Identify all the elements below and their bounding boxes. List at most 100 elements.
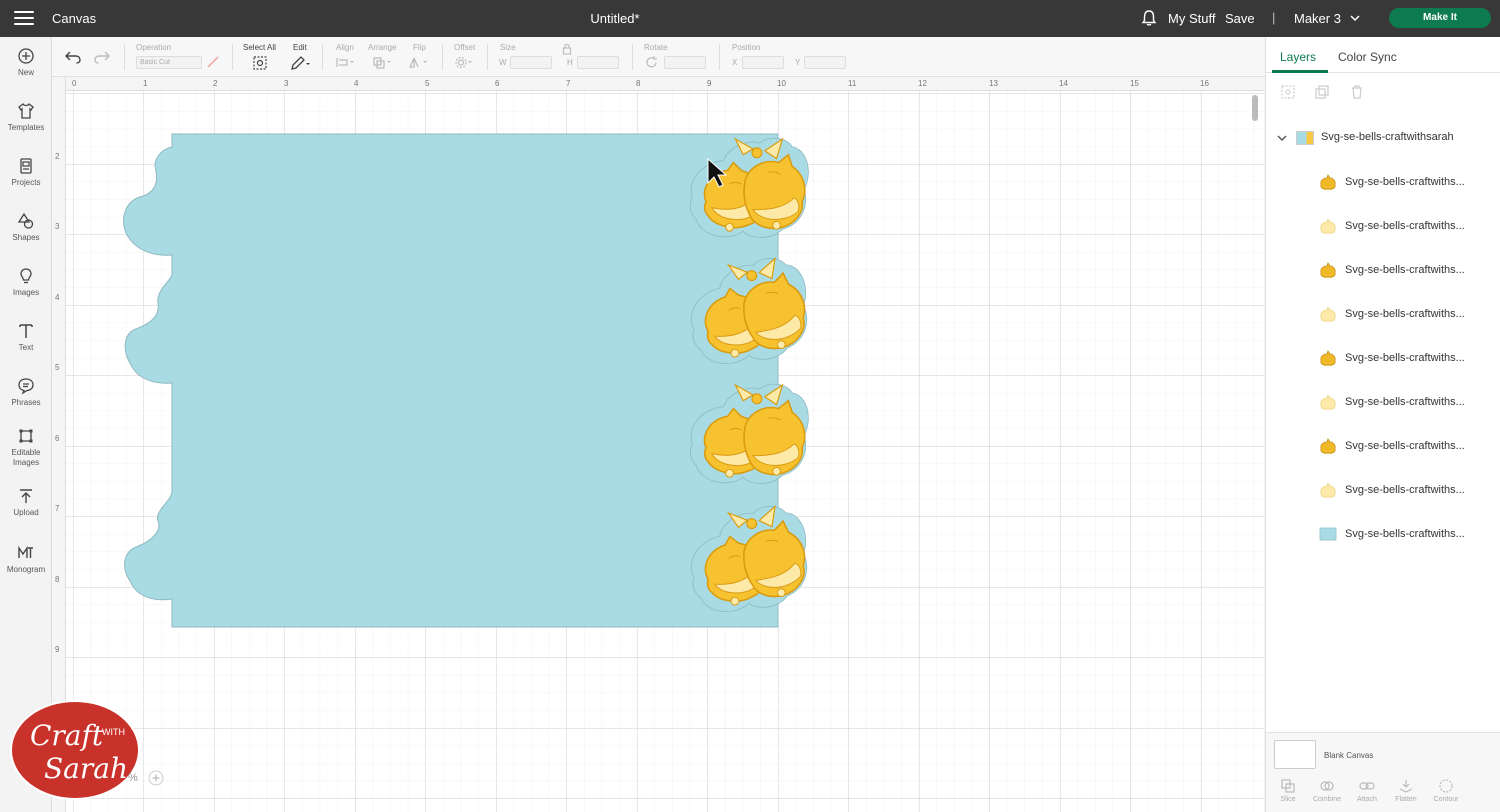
- layer-row[interactable]: Svg-se-bells-craftwiths...: [1318, 436, 1498, 456]
- machine-selector[interactable]: Maker 3: [1294, 11, 1341, 26]
- my-stuff-link[interactable]: My Stuff: [1168, 11, 1215, 26]
- align-icon[interactable]: [335, 56, 357, 69]
- zoom-in-icon[interactable]: [148, 770, 164, 786]
- group-icon[interactable]: [1280, 84, 1296, 100]
- ruler-tick-label: 13: [989, 79, 998, 88]
- scrollbar-thumb[interactable]: [1252, 95, 1258, 121]
- operation-select[interactable]: Basic Cut: [136, 56, 202, 69]
- slice-label: Slice: [1280, 796, 1296, 803]
- ruler-tick-label: 15: [1130, 79, 1139, 88]
- sidebar-label: Projects: [11, 178, 41, 187]
- offset-icon[interactable]: [453, 55, 475, 70]
- layer-name: Svg-se-bells-craftwiths...: [1345, 308, 1465, 320]
- blank-canvas-label: Blank Canvas: [1324, 751, 1374, 760]
- rotate-label: Rotate: [644, 43, 668, 52]
- layer-name: Svg-se-bells-craftwiths...: [1345, 264, 1465, 276]
- arrange-icon[interactable]: [372, 56, 394, 69]
- sidebar-item-shapes[interactable]: Shapes: [0, 212, 52, 243]
- zoom-level: %: [128, 772, 138, 784]
- lock-icon[interactable]: [562, 43, 572, 55]
- layer-row[interactable]: Svg-se-bells-craftwiths...: [1318, 172, 1498, 192]
- ruler-tick-label: 6: [55, 434, 60, 443]
- tab-layers[interactable]: Layers: [1280, 50, 1316, 64]
- width-input[interactable]: [510, 56, 552, 69]
- ruler-tick-label: 14: [1059, 79, 1068, 88]
- rotate-icon[interactable]: [644, 55, 659, 70]
- ruler-tick-label: 16: [1200, 79, 1209, 88]
- combine-button[interactable]: Combine: [1307, 778, 1347, 803]
- flip-icon[interactable]: [408, 56, 430, 69]
- sidebar-item-upload[interactable]: Upload: [0, 487, 52, 518]
- edit-toolbar: Operation Basic Cut Select All Edit Alig…: [52, 37, 1265, 77]
- group-thumbnail: [1296, 131, 1314, 145]
- delete-icon[interactable]: [1349, 84, 1365, 100]
- rotate-input[interactable]: [664, 56, 706, 69]
- select-all-icon[interactable]: [252, 55, 268, 71]
- operation-label: Operation: [136, 43, 172, 52]
- sidebar-item-text[interactable]: Text: [0, 322, 52, 353]
- toolbar-divider: [632, 44, 633, 70]
- flatten-button[interactable]: Flatten: [1386, 778, 1426, 803]
- save-button[interactable]: Save: [1225, 11, 1255, 26]
- bell-thumbnail-icon: [1320, 174, 1336, 190]
- attach-button[interactable]: Attach: [1347, 778, 1387, 803]
- logo-text-sarah: Sarah: [44, 752, 128, 785]
- layer-row[interactable]: Svg-se-bells-craftwiths...: [1318, 524, 1498, 544]
- layer-row[interactable]: Svg-se-bells-craftwiths...: [1318, 216, 1498, 236]
- layer-name: Svg-se-bells-craftwiths...: [1345, 528, 1465, 540]
- sidebar-label: Upload: [13, 508, 39, 517]
- sidebar-item-editable-images[interactable]: Editable Images: [0, 427, 52, 468]
- make-it-button[interactable]: Make It: [1389, 8, 1491, 28]
- chevron-down-icon[interactable]: [1276, 132, 1288, 144]
- edit-pencil-icon[interactable]: [290, 55, 312, 71]
- width-label: W: [499, 58, 507, 67]
- ruler-tick-label: 4: [55, 293, 60, 302]
- layer-row[interactable]: Svg-se-bells-craftwiths...: [1318, 392, 1498, 412]
- height-label: H: [567, 58, 573, 67]
- contour-button[interactable]: Contour: [1426, 778, 1466, 803]
- ruler-tick-label: 2: [213, 79, 218, 88]
- tab-color-sync[interactable]: Color Sync: [1338, 50, 1397, 64]
- attach-icon: [1359, 782, 1375, 790]
- sidebar-label: Shapes: [12, 233, 40, 242]
- layer-row[interactable]: Svg-se-bells-craftwiths...: [1318, 348, 1498, 368]
- layer-row[interactable]: Svg-se-bells-craftwiths...: [1318, 260, 1498, 280]
- sidebar-label: Phrases: [11, 398, 41, 407]
- layer-group[interactable]: Svg-se-bells-craftwithsarah: [1276, 129, 1491, 147]
- sidebar-item-images[interactable]: Images: [0, 267, 52, 298]
- sidebar-label: New: [17, 68, 34, 77]
- notification-bell-icon[interactable]: [1140, 9, 1158, 27]
- height-input[interactable]: [577, 56, 619, 69]
- design-canvas[interactable]: 0 1 2 3 4 5 6 7 8 9 10 11 12 13 14 15 16…: [52, 77, 1264, 812]
- blue-card-shape[interactable]: [123, 133, 779, 628]
- position-x-input[interactable]: [742, 56, 784, 69]
- sidebar-item-projects[interactable]: Projects: [0, 157, 52, 188]
- bell-thumbnail-icon: [1320, 350, 1336, 366]
- redo-icon[interactable]: [94, 50, 110, 64]
- chevron-down-icon[interactable]: [1349, 12, 1361, 24]
- pen-color-icon[interactable]: [206, 55, 220, 69]
- layer-row[interactable]: Svg-se-bells-craftwiths...: [1318, 480, 1498, 500]
- sidebar-item-new[interactable]: New: [0, 47, 52, 78]
- slice-button[interactable]: Slice: [1268, 778, 1308, 803]
- combine-icon: [1320, 781, 1334, 791]
- layer-name: Svg-se-bells-craftwiths...: [1345, 440, 1465, 452]
- size-label: Size: [500, 43, 516, 52]
- ruler-tick-label: 2: [55, 152, 60, 161]
- panel-tabs: Layers Color Sync: [1266, 37, 1500, 73]
- ruler-tick-label: 11: [848, 79, 857, 88]
- document-title[interactable]: Untitled*: [0, 11, 1230, 26]
- select-all-label: Select All: [243, 43, 276, 52]
- ruler-tick-label: 9: [55, 645, 60, 654]
- layer-row[interactable]: Svg-se-bells-craftwiths...: [1318, 304, 1498, 324]
- undo-icon[interactable]: [65, 50, 81, 64]
- vertical-scrollbar[interactable]: [1250, 91, 1260, 811]
- sidebar-item-phrases[interactable]: Phrases: [0, 377, 52, 408]
- blank-canvas-swatch[interactable]: [1274, 740, 1316, 769]
- text-icon: [19, 324, 33, 338]
- duplicate-icon[interactable]: [1314, 84, 1330, 100]
- position-y-input[interactable]: [804, 56, 846, 69]
- sidebar-item-monogram[interactable]: Monogram: [0, 544, 52, 575]
- sidebar-item-templates[interactable]: Templates: [0, 102, 52, 133]
- speech-bubble-icon: [18, 378, 34, 395]
